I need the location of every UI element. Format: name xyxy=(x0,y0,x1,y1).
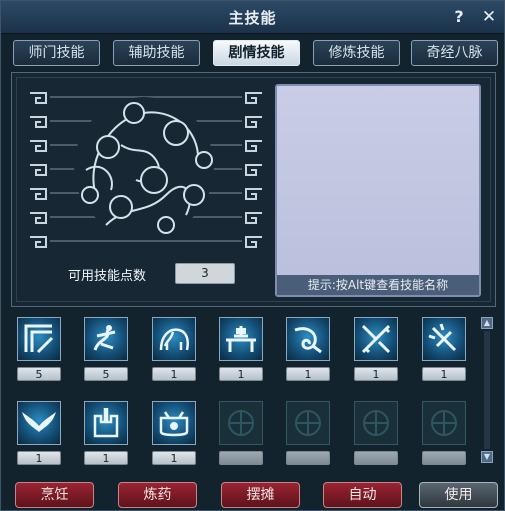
use-button[interactable]: 使用 xyxy=(419,482,498,508)
skill-slot: 1 xyxy=(82,401,130,465)
tab-story-skills[interactable]: 剧情技能 xyxy=(213,40,300,66)
skill-slot: 1 xyxy=(420,317,468,381)
skill-level: 1 xyxy=(152,451,196,465)
skill-slot: 5 xyxy=(15,317,63,381)
skill-slot xyxy=(284,401,332,465)
hint-text: 提示:按Alt键查看技能名称 xyxy=(277,275,479,295)
skill-grid: 5 5 1 1 1 1 1 1 1 1 xyxy=(15,317,480,467)
left-key-border xyxy=(30,92,47,248)
window-title: 主技能 xyxy=(228,9,277,27)
skill-slot: 1 xyxy=(15,401,63,465)
swirl-figure-icon[interactable] xyxy=(84,317,128,361)
alchemy-button[interactable]: 炼药 xyxy=(118,482,197,508)
main-skill-window: 主技能 ? ✕ 师门技能 辅助技能 剧情技能 修炼技能 奇经八脉 可用技能点数 … xyxy=(0,0,505,511)
skill-level: 1 xyxy=(84,451,128,465)
close-button[interactable]: ✕ xyxy=(479,7,499,27)
stall-button[interactable]: 摆摊 xyxy=(221,482,300,508)
skill-slot xyxy=(420,401,468,465)
elephant-icon[interactable] xyxy=(152,317,196,361)
skill-level: 1 xyxy=(152,367,196,381)
skill-points-label: 可用技能点数 xyxy=(68,269,147,284)
horn-swirl-icon[interactable] xyxy=(286,317,330,361)
tab-cultivation-skills[interactable]: 修炼技能 xyxy=(313,40,400,66)
corner-arrows-icon[interactable] xyxy=(17,317,61,361)
crossed-blades-icon[interactable] xyxy=(354,317,398,361)
skill-level xyxy=(219,451,263,465)
skill-slot: 5 xyxy=(82,317,130,381)
skill-slot: 1 xyxy=(217,317,265,381)
tab-meridian-skills[interactable]: 奇经八脉 xyxy=(411,40,498,66)
empty-slot-icon xyxy=(286,401,330,445)
empty-slot-icon xyxy=(219,401,263,445)
cauldron-icon[interactable] xyxy=(152,401,196,445)
skill-slot xyxy=(352,401,400,465)
skill-level: 5 xyxy=(84,367,128,381)
tab-support-skills[interactable]: 辅助技能 xyxy=(113,40,200,66)
scroll-up-icon[interactable]: ▲ xyxy=(481,317,493,329)
tab-sect-skills[interactable]: 师门技能 xyxy=(13,40,100,66)
skill-slot: 1 xyxy=(284,317,332,381)
decorative-art xyxy=(26,85,266,255)
wings-icon[interactable] xyxy=(17,401,61,445)
empty-slot-icon xyxy=(422,401,466,445)
ornament-icon xyxy=(30,92,262,248)
skill-level: 5 xyxy=(17,367,61,381)
skill-level xyxy=(422,451,466,465)
castle-icon[interactable] xyxy=(84,401,128,445)
title-bar[interactable]: 主技能 ? ✕ xyxy=(1,1,504,34)
skill-scrollbar[interactable]: ▲ ▼ xyxy=(481,317,493,463)
cooking-table-icon[interactable] xyxy=(219,317,263,361)
skill-level: 1 xyxy=(354,367,398,381)
skill-slot: 1 xyxy=(352,317,400,381)
auto-button[interactable]: 自动 xyxy=(323,482,402,508)
skill-slot xyxy=(217,401,265,465)
skill-description-box: 提示:按Alt键查看技能名称 xyxy=(275,84,481,297)
empty-slot-icon xyxy=(354,401,398,445)
skill-level xyxy=(354,451,398,465)
skill-level: 1 xyxy=(219,367,263,381)
skill-level xyxy=(286,451,330,465)
skill-points-value: 3 xyxy=(175,263,235,284)
skill-level: 1 xyxy=(17,451,61,465)
skill-tabs: 师门技能 辅助技能 剧情技能 修炼技能 奇经八脉 xyxy=(13,40,498,66)
skill-level: 1 xyxy=(286,367,330,381)
skill-slot: 1 xyxy=(150,317,198,381)
scroll-track[interactable] xyxy=(484,331,490,449)
sword-burst-icon[interactable] xyxy=(422,317,466,361)
scroll-down-icon[interactable]: ▼ xyxy=(481,451,493,463)
skill-slot: 1 xyxy=(150,401,198,465)
cook-button[interactable]: 烹饪 xyxy=(15,482,94,508)
skill-level: 1 xyxy=(422,367,466,381)
help-button[interactable]: ? xyxy=(449,7,469,27)
